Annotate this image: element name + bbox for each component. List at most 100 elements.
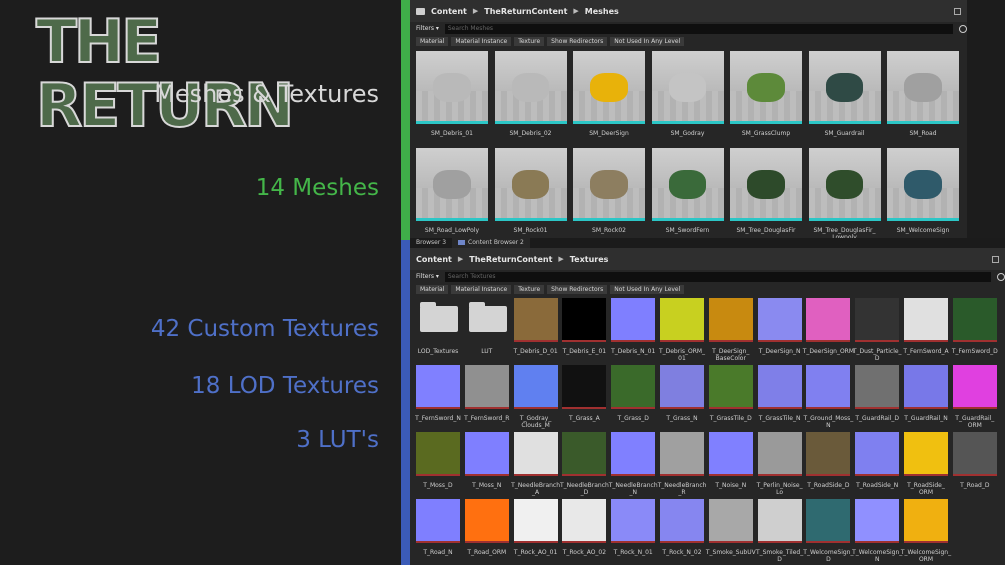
texture-asset-tile[interactable]: T_Ground_Moss_ N bbox=[803, 365, 853, 429]
mesh-asset-tile[interactable]: SM_Road_LowPoly bbox=[416, 148, 488, 241]
custom-textures-count: 42 Custom Textures bbox=[150, 316, 379, 342]
texture-asset-tile[interactable]: T_GuardRail_N bbox=[904, 365, 948, 429]
filter-tag[interactable]: Show Redirectors bbox=[547, 284, 608, 294]
texture-asset-tile[interactable]: T_NeedleBranch _N bbox=[609, 432, 658, 496]
texture-asset-tile[interactable]: T_RoadSide_D bbox=[806, 432, 851, 496]
texture-asset-tile[interactable]: T_Debris_D_01 bbox=[513, 298, 558, 362]
texture-asset-tile[interactable]: T_NeedleBranch _A bbox=[511, 432, 560, 496]
mesh-asset-tile[interactable]: SM_DeerSign bbox=[573, 51, 645, 144]
texture-asset-tile[interactable]: T_RoadSide_N bbox=[855, 432, 900, 496]
texture-asset-tile[interactable]: T_Moss_N bbox=[464, 432, 509, 496]
mesh-asset-tile[interactable]: SM_Debris_02 bbox=[494, 51, 567, 144]
texture-asset-tile[interactable]: T_Godray_ Clouds_M bbox=[513, 365, 558, 429]
filter-tag[interactable]: Material bbox=[416, 284, 449, 294]
folder-tile[interactable]: LUT bbox=[465, 298, 509, 362]
texture-asset-tile[interactable]: T_Road_D bbox=[952, 432, 997, 496]
texture-asset-tile[interactable]: T_Debris_ORM_ 01 bbox=[659, 298, 705, 362]
texture-asset-tile[interactable]: T_Dust_Particle_ D bbox=[853, 298, 902, 362]
texture-thumbnail bbox=[904, 365, 948, 409]
texture-asset-tile[interactable]: T_FernSword_R bbox=[464, 365, 509, 429]
texture-asset-tile[interactable]: T_FernSword_D bbox=[952, 298, 998, 362]
texture-asset-tile[interactable]: T_Rock_N_02 bbox=[660, 499, 704, 563]
mesh-thumbnail bbox=[494, 51, 567, 124]
crumb-thereturncontent[interactable]: TheReturnContent bbox=[469, 255, 552, 264]
texture-asset-tile[interactable]: T_NeedleBranch _R bbox=[658, 432, 706, 496]
texture-asset-tile[interactable]: T_Smoke_Tiled_ D bbox=[756, 499, 803, 563]
texture-asset-tile[interactable]: T_Debris_N_01 bbox=[611, 298, 655, 362]
crumb-content[interactable]: Content bbox=[431, 7, 467, 16]
filter-tag[interactable]: Material bbox=[416, 36, 449, 46]
lock-icon[interactable] bbox=[954, 7, 961, 15]
mesh-asset-tile[interactable]: SM_WelcomeSign bbox=[887, 148, 959, 241]
mesh-asset-tile[interactable]: SM_Rock01 bbox=[494, 148, 567, 241]
texture-asset-tile[interactable]: T_Noise_N bbox=[708, 432, 753, 496]
texture-asset-tile[interactable]: T_RoadSide_ ORM bbox=[904, 432, 948, 496]
texture-asset-tile[interactable]: T_DeerSign_N bbox=[757, 298, 802, 362]
filter-tag[interactable]: Material Instance bbox=[451, 284, 512, 294]
folder-icon[interactable] bbox=[416, 7, 425, 15]
filter-tag[interactable]: Show Redirectors bbox=[547, 36, 608, 46]
texture-asset-tile[interactable]: T_WelcomeSign_ D bbox=[803, 499, 853, 563]
texture-thumbnail bbox=[660, 298, 704, 342]
texture-asset-tile[interactable]: T_Perlin_Noise_ Lo bbox=[757, 432, 803, 496]
texture-asset-tile[interactable]: T_WelcomeSign_ ORM bbox=[901, 499, 951, 563]
texture-thumbnail bbox=[513, 298, 558, 342]
lod-textures-count: 18 LOD Textures bbox=[191, 373, 379, 399]
texture-asset-tile[interactable]: T_GuardRail_D bbox=[855, 365, 900, 429]
texture-thumbnail bbox=[464, 499, 509, 543]
mesh-asset-tile[interactable]: SM_Guardrail bbox=[808, 51, 881, 144]
texture-asset-tile[interactable]: T_NeedleBranch _D bbox=[560, 432, 609, 496]
texture-asset-tile[interactable]: T_Debris_E_01 bbox=[562, 298, 607, 362]
texture-asset-tile[interactable]: T_Road_N bbox=[416, 499, 460, 563]
texture-asset-tile[interactable]: T_Grass_A bbox=[562, 365, 607, 429]
mesh-asset-tile[interactable]: SM_Debris_01 bbox=[416, 51, 488, 144]
texture-asset-tile[interactable]: T_WelcomeSign_ N bbox=[852, 499, 902, 563]
texture-asset-tile[interactable]: T_DeerSign_ORM bbox=[803, 298, 854, 362]
texture-asset-tile[interactable]: T_Rock_N_01 bbox=[611, 499, 656, 563]
texture-asset-tile[interactable]: T_Road_ORM bbox=[464, 499, 509, 563]
crumb-thereturncontent[interactable]: TheReturnContent bbox=[484, 7, 567, 16]
filters-button[interactable]: Filters ▾ bbox=[416, 25, 439, 32]
content-browser-icon bbox=[458, 240, 466, 245]
texture-asset-tile[interactable]: T_Smoke_SubUV bbox=[706, 499, 756, 563]
mesh-asset-tile[interactable]: SM_GrassClump bbox=[730, 51, 802, 144]
chevron-right-icon: ▶ bbox=[457, 255, 464, 263]
mesh-asset-tile[interactable]: SM_Road bbox=[887, 51, 959, 144]
filter-tag[interactable]: Not Used In Any Level bbox=[610, 36, 685, 46]
search-icon[interactable] bbox=[997, 272, 1005, 281]
texture-asset-tile[interactable]: T_Rock_AO_02 bbox=[562, 499, 607, 563]
texture-asset-tile[interactable]: T_FernSword_A bbox=[903, 298, 949, 362]
breadcrumb: Content ▶ TheReturnContent ▶ Textures bbox=[410, 248, 1005, 270]
texture-asset-tile[interactable]: T_GrassTile_N bbox=[757, 365, 802, 429]
texture-asset-tile[interactable]: T_GuardRail_ ORM bbox=[952, 365, 997, 429]
filters-button[interactable]: Filters ▾ bbox=[416, 273, 439, 280]
crumb-content[interactable]: Content bbox=[416, 255, 452, 264]
folder-tile[interactable]: LOD_Textures bbox=[416, 298, 460, 362]
texture-thumbnail bbox=[855, 298, 900, 342]
filter-tag[interactable]: Texture bbox=[514, 36, 545, 46]
tab-browser-3[interactable]: Browser 3 bbox=[410, 238, 452, 248]
texture-asset-tile[interactable]: T_Grass_D bbox=[611, 365, 656, 429]
texture-asset-tile[interactable]: T_Moss_D bbox=[416, 432, 460, 496]
mesh-asset-tile[interactable]: SM_Godray bbox=[651, 51, 724, 144]
mesh-asset-tile[interactable]: SM_SwordFern bbox=[651, 148, 724, 241]
mesh-asset-tile[interactable]: SM_Tree_DouglasFir bbox=[730, 148, 802, 241]
filter-tag[interactable]: Material Instance bbox=[451, 36, 512, 46]
crumb-meshes[interactable]: Meshes bbox=[585, 7, 619, 16]
search-icon[interactable] bbox=[959, 24, 967, 33]
texture-asset-tile[interactable]: T_DeerSign_ BaseColor bbox=[708, 298, 753, 362]
search-input[interactable]: Search Textures bbox=[444, 271, 991, 282]
texture-asset-tile[interactable]: T_Grass_N bbox=[660, 365, 704, 429]
lock-icon[interactable] bbox=[992, 255, 999, 263]
tab-content-browser-2[interactable]: Content Browser 2 bbox=[452, 238, 530, 248]
texture-asset-tile[interactable]: T_Rock_AO_01 bbox=[513, 499, 558, 563]
mesh-asset-tile[interactable]: SM_Rock02 bbox=[573, 148, 645, 241]
texture-asset-tile[interactable]: T_GrassTile_D bbox=[708, 365, 753, 429]
filter-tag[interactable]: Not Used In Any Level bbox=[610, 284, 685, 294]
search-input[interactable]: Search Meshes bbox=[444, 23, 953, 34]
asset-name-label: T_RoadSide_D bbox=[807, 482, 850, 489]
crumb-textures[interactable]: Textures bbox=[570, 255, 609, 264]
mesh-asset-tile[interactable]: SM_Tree_DouglasFir_ Lowpoly bbox=[808, 148, 881, 241]
texture-asset-tile[interactable]: T_FernSword_N bbox=[415, 365, 461, 429]
filter-tag[interactable]: Texture bbox=[514, 284, 545, 294]
